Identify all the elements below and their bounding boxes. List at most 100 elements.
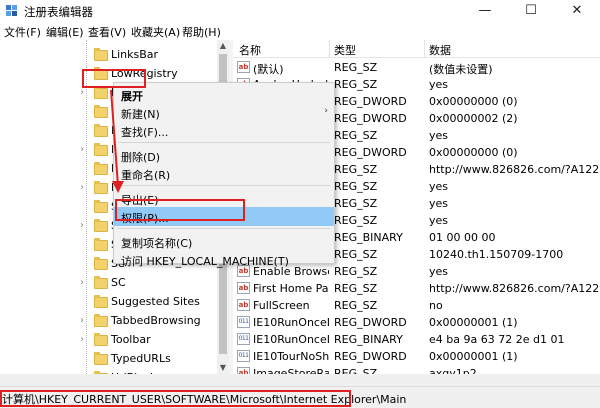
folder-icon	[94, 257, 108, 270]
tree-item-label: LinksBar	[111, 48, 159, 61]
context-menu-item[interactable]: 访问 HKEY_LOCAL_MACHINE(T)	[114, 250, 334, 269]
expand-chevron-icon[interactable]: ›	[80, 315, 84, 326]
value-data: 0x00000000 (0)	[429, 95, 518, 108]
context-menu-item[interactable]: 展开	[114, 85, 334, 104]
title-bar: 注册表编辑器 — ☐ ✕	[0, 0, 600, 22]
value-type: REG_SZ	[334, 248, 378, 261]
value-type: REG_DWORD	[334, 112, 407, 125]
menu-separator	[118, 228, 330, 229]
value-data: yes	[429, 78, 449, 91]
column-data-header[interactable]: 数据	[429, 42, 451, 58]
value-data: e4 ba 9a 63 72 2e d1 01	[429, 333, 565, 346]
value-type: REG_SZ	[334, 299, 378, 312]
value-type: REG_SZ	[334, 282, 378, 295]
menu-edit[interactable]: 编辑(E)	[46, 24, 84, 40]
value-type: REG_BINARY	[334, 231, 403, 244]
tree-item[interactable]: › SC	[0, 274, 216, 293]
context-menu-item[interactable]: 复制项名称(C)	[114, 232, 334, 251]
value-type: REG_SZ	[334, 265, 378, 278]
column-type-header[interactable]: 类型	[334, 42, 356, 58]
folder-icon	[94, 238, 108, 251]
regedit-app-icon	[6, 5, 17, 16]
value-type: REG_BINARY	[334, 333, 403, 346]
value-row[interactable]: 011IE10RunOnceL... REG_BINARY e4 ba 9a 63 …	[233, 331, 600, 348]
context-menu-item-label: 复制项名称(C)	[121, 237, 193, 250]
tree-item[interactable]: › Toolbar	[0, 331, 216, 350]
tree-item[interactable]: Suggested Sites	[0, 293, 216, 312]
context-menu-item[interactable]: 查找(F)...	[114, 121, 334, 140]
value-data: http://www.826826.com/?A1229	[429, 163, 600, 176]
value-type: REG_SZ	[334, 367, 378, 374]
folder-icon	[94, 314, 108, 327]
expand-chevron-icon[interactable]: ›	[80, 220, 84, 231]
submenu-arrow-icon: ›	[324, 106, 328, 116]
binary-value-icon: 011	[237, 333, 250, 345]
expand-chevron-icon[interactable]: ›	[80, 334, 84, 345]
value-name: IE10TourNoSh...	[253, 350, 329, 363]
menu-view[interactable]: 查看(V)	[88, 24, 126, 40]
expand-chevron-icon[interactable]: ›	[80, 277, 84, 288]
value-name: IE10RunOnceL...	[253, 333, 329, 346]
maximize-button[interactable]: ☐	[508, 0, 554, 22]
menu-help[interactable]: 帮助(H)	[182, 24, 221, 40]
folder-icon	[94, 276, 108, 289]
value-row[interactable]: 011IE10TourNoSh... REG_DWORD 0x00000001 (1…	[233, 348, 600, 365]
annotation-box-permissions	[115, 199, 245, 221]
value-data: 0x00000001 (1)	[429, 350, 518, 363]
value-type: REG_DWORD	[334, 316, 407, 329]
value-type: REG_SZ	[334, 163, 378, 176]
scroll-up-arrow-icon[interactable]: ▲	[217, 40, 229, 52]
context-menu-item[interactable]: 重命名(R)	[114, 164, 334, 183]
value-row[interactable]: 011IE10RunOnceL... REG_DWORD 0x00000001 (1…	[233, 314, 600, 331]
menu-file[interactable]: 文件(F)	[4, 24, 41, 40]
column-divider[interactable]	[329, 40, 330, 57]
column-divider[interactable]	[424, 40, 425, 57]
annotation-box-status-path	[0, 390, 351, 407]
tree-item[interactable]: TypedURLs	[0, 350, 216, 369]
context-menu-item-label: 访问 HKEY_LOCAL_MACHINE(T)	[121, 255, 289, 268]
context-menu: 展开 新建(N) › 查找(F)... 删除(D) 重命名(R) 导出(E) 权限(P)...…	[113, 82, 335, 268]
horizontal-scrollbar[interactable]	[0, 374, 600, 386]
expand-chevron-icon[interactable]: ›	[80, 182, 84, 193]
value-data: yes	[429, 180, 449, 193]
close-button[interactable]: ✕	[554, 0, 600, 22]
menu-favorites[interactable]: 收藏夹(A)	[131, 24, 180, 40]
annotation-arrow	[110, 89, 124, 193]
tree-item-label: SC	[111, 276, 126, 289]
scroll-down-arrow-icon[interactable]: ▼	[217, 362, 229, 374]
value-data: 10240.th1.150709-1700	[429, 248, 564, 261]
value-name: IE10RunOnceL...	[253, 316, 329, 329]
expand-chevron-icon[interactable]: ›	[80, 87, 84, 98]
menu-separator	[118, 142, 330, 143]
value-data: no	[429, 299, 443, 312]
context-menu-item[interactable]: 删除(D)	[114, 146, 334, 165]
value-name: ImageStoreRa...	[253, 367, 329, 374]
binary-value-icon: 011	[237, 316, 250, 328]
value-type: REG_DWORD	[334, 146, 407, 159]
expand-chevron-icon[interactable]: ›	[80, 144, 84, 155]
values-column-header: 名称 类型 数据	[233, 40, 600, 58]
value-data: yes	[429, 214, 449, 227]
menu-separator	[118, 185, 330, 186]
value-type: REG_SZ	[334, 180, 378, 193]
value-row[interactable]: ab (默认) REG_SZ (数值未设置)	[233, 59, 600, 76]
value-row[interactable]: abFirst Home Page REG_SZ http://www.826826…	[233, 280, 600, 297]
context-menu-item[interactable]: 新建(N) ›	[114, 103, 334, 122]
column-name-header[interactable]: 名称	[239, 42, 261, 58]
tree-item[interactable]: › TabbedBrowsing	[0, 312, 216, 331]
value-row[interactable]: abImageStoreRa... REG_SZ axqy1p2	[233, 365, 600, 374]
annotation-box-main-key	[82, 69, 146, 88]
folder-icon	[94, 200, 108, 213]
tree-item-label: Toolbar	[111, 333, 151, 346]
tree-item[interactable]: LinksBar	[0, 46, 216, 65]
folder-icon	[94, 219, 108, 232]
value-type: REG_SZ	[334, 129, 378, 142]
value-type: REG_SZ	[334, 197, 378, 210]
value-type: REG_SZ	[334, 214, 378, 227]
value-data: 0x00000002 (2)	[429, 112, 518, 125]
value-data: 0x00000001 (1)	[429, 316, 518, 329]
string-value-icon: ab	[237, 299, 250, 311]
string-value-icon: ab	[237, 282, 250, 294]
minimize-button[interactable]: —	[462, 0, 508, 22]
value-row[interactable]: ab FullScreen REG_SZ no	[233, 297, 600, 314]
